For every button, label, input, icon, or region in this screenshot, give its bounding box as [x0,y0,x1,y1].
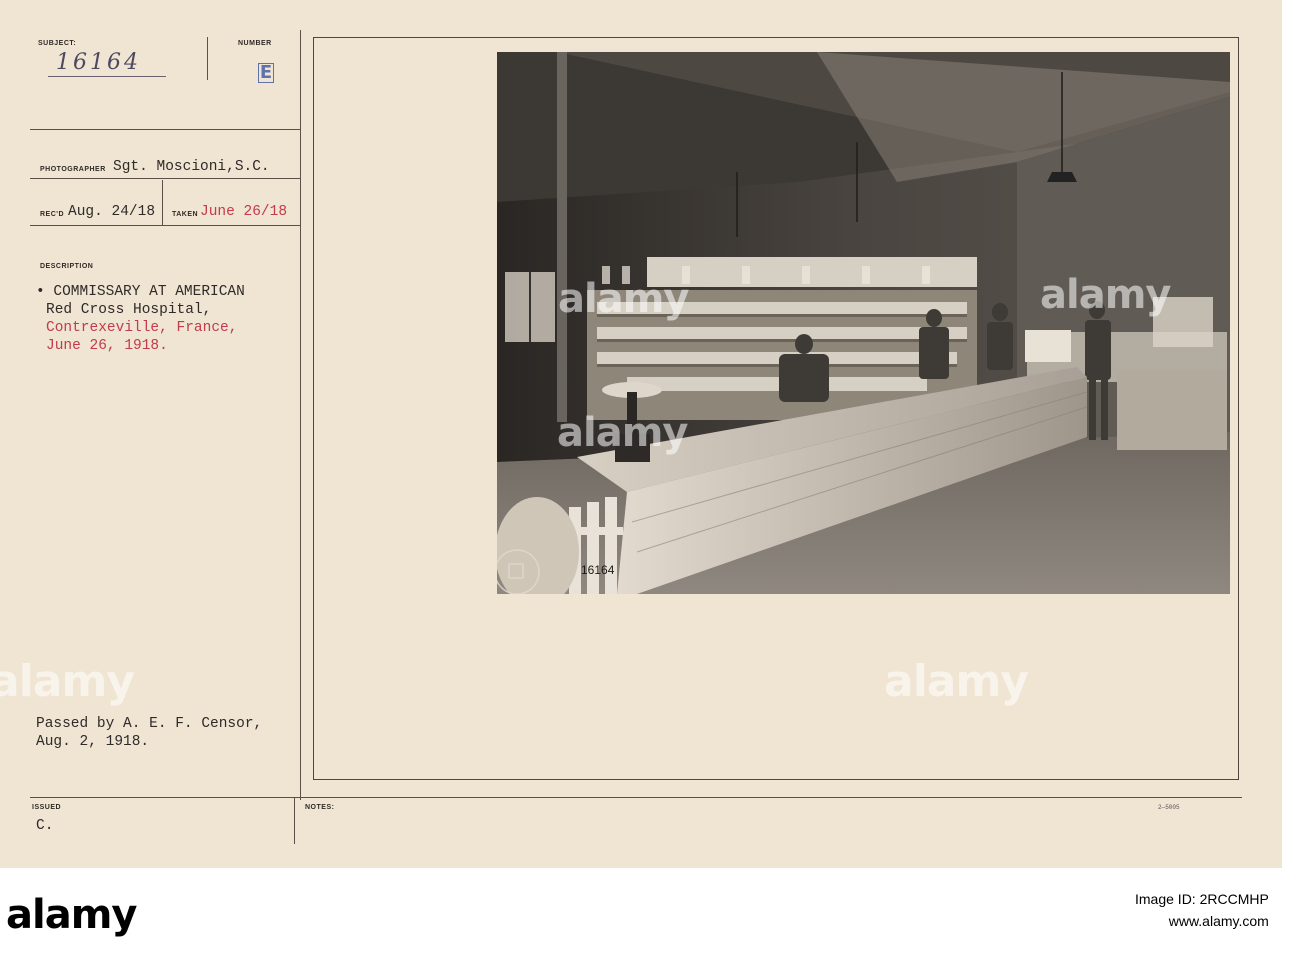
recd-value: Aug. 24/18 [68,204,156,220]
handwriting-underline [48,76,166,77]
commissary-scene: 16164 [497,52,1230,594]
rule-after-dates [30,225,301,226]
censor-line-2: Aug. 2, 1918. [36,734,150,750]
watermark-photo-left: alamy [558,276,689,322]
subject-label: SUBJECT: [38,40,77,47]
recd-label: REC'D [40,211,64,218]
archival-record-card: SUBJECT: NUMBER 16164 E PHOTOGRAPHER Sgt… [0,0,1282,868]
card-right-edge [1282,0,1300,868]
negative-number: 16164 [581,563,615,577]
footer-bar [0,868,1300,962]
left-column-rule [300,30,301,800]
footer-image-info: Image ID: 2RCCMHP www.alamy.com [1135,888,1269,932]
image-id: Image ID: 2RCCMHP [1135,891,1269,907]
description-line-1: • COMMISSARY AT AMERICAN [36,284,245,300]
photographer-value: Sgt. Moscioni,S.C. [113,159,270,175]
number-stamp: E [258,62,274,83]
rule-after-subject [30,129,301,130]
description-label: DESCRIPTION [40,263,94,270]
alamy-logo[interactable]: alamy [6,892,137,938]
description-line-2: Red Cross Hospital, [46,302,212,318]
site-url[interactable]: www.alamy.com [1135,910,1269,932]
watermark-right: alamy [884,656,1029,707]
issued-notes-divider [294,798,295,844]
description-line-4: June 26, 1918. [46,338,168,354]
description-line-3: Contrexeville, France, [46,320,238,336]
description-text-1: COMMISSARY AT AMERICAN [53,284,245,300]
photographer-label: PHOTOGRAPHER [40,166,106,173]
watermark-photo-right: alamy [1040,272,1171,318]
subject-number-handwritten: 16164 [56,50,141,75]
watermark-photo-bottom: alamy [557,410,688,456]
commissary-photograph: 16164 [497,52,1230,594]
taken-value: June 26/18 [200,204,288,220]
subject-number-divider [207,37,208,80]
issued-value: C. [36,818,54,834]
number-label: NUMBER [238,40,272,47]
issued-label: ISSUED [32,804,62,811]
watermark-left: alamy [0,656,135,707]
censor-line-1: Passed by A. E. F. Censor, [36,716,263,732]
notes-label: NOTES: [305,804,335,811]
recd-taken-divider [162,180,163,225]
bottom-rule [30,797,1242,798]
rule-after-photographer [30,178,301,179]
taken-label: TAKEN [172,211,199,218]
form-code: 2—5005 [1158,804,1180,811]
